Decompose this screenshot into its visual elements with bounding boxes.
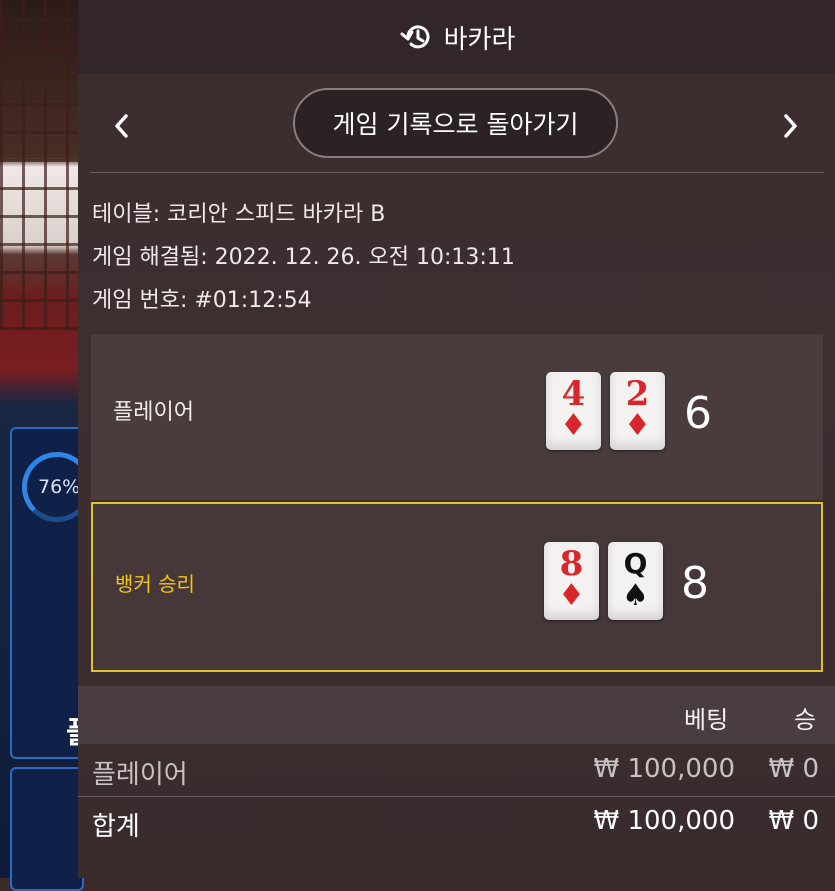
navigation-row: 게임 기록으로 돌아가기 <box>78 84 835 166</box>
row-win: ₩ 0 <box>768 806 819 836</box>
playing-card: Q ♠ <box>608 542 663 620</box>
playing-card: 4 ♦ <box>546 372 601 450</box>
player-label: 플레이어 <box>113 400 194 425</box>
bet-column-header: 베팅 <box>684 706 729 734</box>
banker-result-label: 뱅커 승리 <box>115 572 195 596</box>
history-icon <box>398 22 432 52</box>
bets-table-header: 베팅 승 <box>78 686 835 744</box>
table-row: 플레이어 ₩ 100,000 ₩ 0 <box>78 746 835 796</box>
banker-cards: 8 ♦ Q ♠ <box>544 542 663 620</box>
divider <box>90 172 824 173</box>
chevron-right-icon[interactable] <box>770 106 810 146</box>
diamond-icon: ♦ <box>560 408 587 443</box>
row-bet: ₩ 100,000 <box>593 806 736 836</box>
row-bet: ₩ 100,000 <box>593 754 736 784</box>
player-hand: 플레이어 4 ♦ 2 ♦ 6 <box>91 334 823 500</box>
banker-score: 8 <box>681 558 709 609</box>
resolved-time: 게임 해결됨: 2022. 12. 26. 오전 10:13:11 <box>92 245 515 270</box>
row-name: 플레이어 <box>92 760 188 790</box>
progress-percent: 76% <box>38 476 81 498</box>
page-title: 바카라 <box>443 24 516 55</box>
background-bet-panel-lower <box>10 767 84 891</box>
chevron-left-icon[interactable] <box>102 106 142 146</box>
divider <box>78 796 835 797</box>
table-name: 테이블: 코리안 스피드 바카라 B <box>92 202 386 227</box>
banker-hand: 뱅커 승리 8 ♦ Q ♠ 8 <box>91 502 823 672</box>
player-score: 6 <box>684 388 712 439</box>
header: 바카라 <box>78 0 835 74</box>
playing-card: 2 ♦ <box>610 372 665 450</box>
table-row-total: 합계 ₩ 100,000 ₩ 0 <box>78 798 835 848</box>
spade-icon: ♠ <box>622 578 649 613</box>
player-cards: 4 ♦ 2 ♦ <box>546 372 665 450</box>
background-lattice <box>0 0 80 330</box>
win-column-header: 승 <box>794 706 817 734</box>
diamond-icon: ♦ <box>558 578 585 613</box>
playing-card: 8 ♦ <box>544 542 599 620</box>
row-win: ₩ 0 <box>768 754 819 784</box>
back-to-history-button[interactable]: 게임 기록으로 돌아가기 <box>293 88 618 158</box>
row-name: 합계 <box>92 812 140 842</box>
game-number: 게임 번호: #01:12:54 <box>92 288 312 313</box>
diamond-icon: ♦ <box>624 408 651 443</box>
game-history-panel: 바카라 게임 기록으로 돌아가기 테이블: 코리안 스피드 바카라 B 게임 해… <box>78 0 835 878</box>
